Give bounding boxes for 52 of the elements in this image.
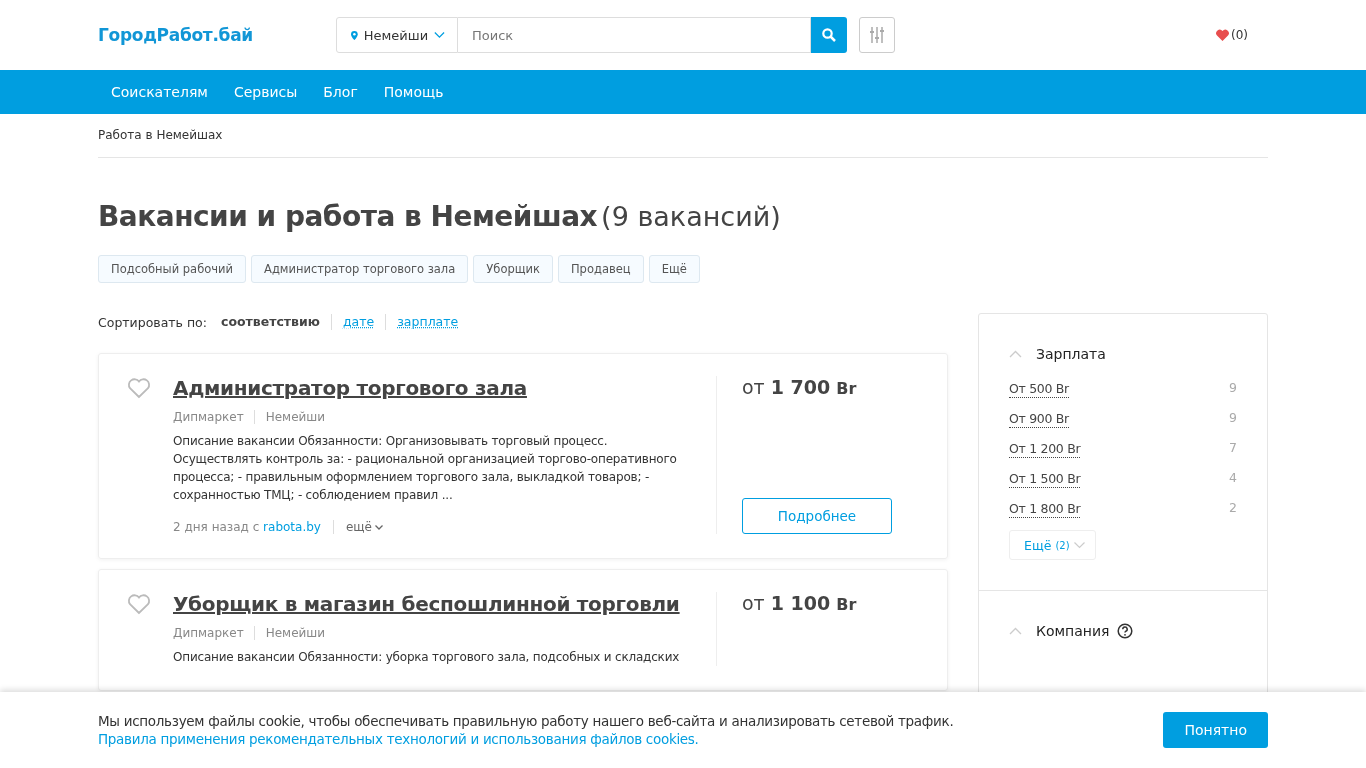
salary-filter-link[interactable]: От 500 Br xyxy=(1009,380,1069,398)
page-title: Вакансии и работа в Немейшах xyxy=(98,200,598,233)
filter-header[interactable]: Зарплата xyxy=(1009,346,1106,362)
favorites-link[interactable]: (0) xyxy=(1216,28,1248,42)
sort-label: Сортировать по: xyxy=(98,314,207,330)
more-toggle[interactable]: ещё xyxy=(345,520,383,534)
sort-option[interactable]: соответствию xyxy=(221,314,320,330)
favorite-button[interactable] xyxy=(127,376,153,400)
filter-settings-button[interactable] xyxy=(859,17,895,53)
result-count: 4 xyxy=(1229,470,1237,487)
search-field[interactable]: Поиск xyxy=(458,17,811,53)
vacancy-title[interactable]: Администратор торгового зала xyxy=(173,376,527,400)
chevron-down-icon xyxy=(434,31,445,39)
salary-filter-link[interactable]: От 1 200 Br xyxy=(1009,440,1081,458)
result-count: 9 xyxy=(1229,380,1237,397)
vacancy-count: (9 вакансий) xyxy=(601,201,781,232)
heart-outline-icon xyxy=(127,376,152,399)
vacancy-description: Описание вакансии Обязанности: Организовывать торговый процесс. Осуществлять контроль за: - рациональной организацией торгово-оперативного процесса; - правильным оформлением торгового зала, выкладкой товаров; - сохранностью ТМЦ; - соблюдением правил ... xyxy=(173,433,678,504)
tag-chip[interactable]: Ещё xyxy=(648,255,700,283)
sliders-icon xyxy=(870,27,884,43)
salary-filter-link[interactable]: От 1 500 Br xyxy=(1009,470,1081,488)
tag-chip[interactable]: Подсобный рабочий xyxy=(98,255,247,283)
salary-filter-link[interactable]: От 900 Br xyxy=(1009,410,1069,428)
search-icon xyxy=(822,28,836,42)
location-pin-icon xyxy=(351,29,358,41)
tag-chip[interactable]: Уборщик xyxy=(473,255,553,283)
tag-chip[interactable]: Продавец xyxy=(557,255,644,283)
salary: от 1 100 Br xyxy=(742,592,858,614)
search-button[interactable] xyxy=(811,17,847,53)
breadcrumb[interactable]: Работа в Немейшах xyxy=(98,128,1268,158)
city-select[interactable]: Немейши xyxy=(336,17,458,53)
salary-filter-link[interactable]: От 1 800 Br xyxy=(1009,500,1081,518)
heart-icon xyxy=(1216,29,1229,41)
chevron-down-icon xyxy=(1073,541,1085,549)
help-icon xyxy=(1117,623,1134,639)
chevron-down-icon xyxy=(375,524,383,530)
vacancy-description: Описание вакансии Обязанности: уборка торгового зала, подсобных и складских xyxy=(173,649,681,666)
vacancy-city: Немейши xyxy=(265,410,326,424)
result-count: 2 xyxy=(1229,500,1237,517)
vacancy-city: Немейши xyxy=(265,626,326,640)
company-name: Дипмаркет xyxy=(173,410,255,424)
company-name: Дипмаркет xyxy=(173,626,255,640)
filter-header[interactable]: Компания xyxy=(1009,623,1110,639)
posted-info: 2 дня назад с rabota.by xyxy=(173,520,334,534)
cookie-notice: Мы используем файлы cookie, чтобы обеспечивать правильную работу нашего веб-сайта и анализировать сетевой трафик. xyxy=(98,712,954,729)
tag-chip[interactable]: Администратор торгового зала xyxy=(251,255,469,283)
vacancy-title[interactable]: Уборщик в магазин беспошлинной торговли xyxy=(173,592,680,616)
salary: от 1 700 Br xyxy=(742,376,858,398)
result-count: 7 xyxy=(1229,440,1237,457)
favorite-button[interactable] xyxy=(127,592,153,616)
heart-outline-icon xyxy=(127,592,152,615)
result-count: 9 xyxy=(1229,410,1237,427)
